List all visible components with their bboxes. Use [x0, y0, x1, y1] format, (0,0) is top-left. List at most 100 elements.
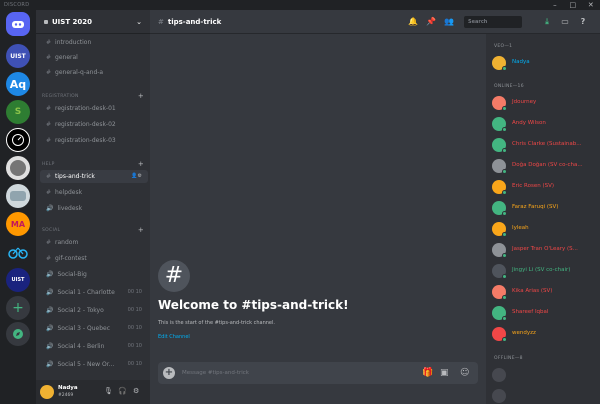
channel-registration-desk-02[interactable]: # registration-desk-02: [40, 118, 148, 131]
channel-random[interactable]: # random: [40, 236, 148, 249]
member-item[interactable]: wendyzz: [492, 325, 596, 343]
voice-channel[interactable]: 🔊 Social-Big: [40, 268, 148, 281]
channel-general[interactable]: # general: [40, 51, 148, 64]
search-input[interactable]: Search: [464, 16, 522, 28]
window-title: DISCORD: [4, 2, 30, 8]
server-ma-icon[interactable]: MA: [6, 212, 30, 236]
member-name: Kika Arias (SV): [512, 288, 553, 294]
category-help[interactable]: HELP +: [42, 160, 146, 168]
server-rail: UIST Aq S MA UIST +: [0, 10, 36, 404]
download-icon[interactable]: ⤓: [542, 17, 552, 27]
member-item[interactable]: Faraz Faruqi (SV): [492, 199, 596, 217]
user-limit: 00 10: [127, 343, 142, 349]
server-bike-icon[interactable]: [6, 240, 30, 264]
channel-registration-desk-01[interactable]: # registration-desk-01: [40, 102, 148, 115]
voice-channel[interactable]: 🔊 Social 5 - New Or... 00 10: [40, 358, 148, 371]
voice-channel[interactable]: 🔊 Social 3 - Quebec 00 10: [40, 322, 148, 335]
member-list-icon[interactable]: 👥: [444, 17, 454, 27]
member-item[interactable]: [492, 366, 596, 384]
home-icon[interactable]: [6, 12, 30, 36]
member-item[interactable]: Eric Rosen (SV): [492, 178, 596, 196]
channel-title: tips-and-trick: [167, 18, 222, 26]
category-label: SOCIAL: [42, 228, 61, 233]
avatar[interactable]: [40, 385, 54, 399]
invite-settings-icon[interactable]: 👤⚙: [131, 170, 142, 183]
add-channel-icon[interactable]: +: [138, 160, 144, 168]
channel-livedesk[interactable]: 🔊 livedesk: [40, 202, 148, 215]
channel-label: Social 2 - Tokyo: [57, 307, 104, 314]
headphones-icon[interactable]: 🎧: [118, 387, 127, 395]
voice-channel[interactable]: 🔊 Social 4 - Berlin 00 10: [40, 340, 148, 353]
microphone-icon[interactable]: 🎙: [104, 387, 113, 395]
category-registration[interactable]: REGISTRATION +: [42, 92, 146, 100]
member-item[interactable]: Doğa Doğan (SV co-cha...: [492, 157, 596, 175]
member-name: Chris Clarke (Sustainab...: [512, 141, 582, 147]
attach-plus-icon[interactable]: +: [163, 367, 175, 379]
server-people-icon[interactable]: [6, 184, 30, 208]
message-input[interactable]: [182, 362, 402, 384]
member-name: Shareef Iqbal: [512, 309, 549, 315]
member-section-label: VEO—1: [494, 44, 513, 49]
maximize-icon[interactable]: □: [566, 0, 580, 10]
member-item[interactable]: Andy Wilson: [492, 115, 596, 133]
discord-app: DISCORD – □ ✕ UIST Aq S MA UIST + UIST 2…: [0, 0, 600, 404]
help-icon[interactable]: ?: [578, 17, 588, 27]
guild-header[interactable]: UIST 2020 ⌄: [36, 10, 150, 34]
gear-icon[interactable]: ⚙: [133, 387, 139, 395]
server-s-icon[interactable]: S: [6, 100, 30, 124]
channel-label: Social-Big: [57, 271, 87, 278]
message-composer: + 🎁 ▣ ☺: [158, 362, 478, 384]
channel-helpdesk[interactable]: # helpdesk: [40, 186, 148, 199]
member-item[interactable]: Kika Arias (SV): [492, 283, 596, 301]
minimize-icon[interactable]: –: [548, 0, 562, 10]
emoji-icon[interactable]: ☺: [460, 367, 469, 379]
server-aq-icon[interactable]: Aq: [6, 72, 30, 96]
category-social[interactable]: SOCIAL +: [42, 226, 146, 234]
guild-name: UIST 2020: [52, 18, 93, 26]
hash-icon: #: [158, 18, 164, 26]
user-limit: 00 10: [127, 361, 142, 367]
channel-header: # tips-and-trick 🔔 📌 👥 Search ⤓ ▭ ?: [150, 10, 600, 34]
channel-introduction[interactable]: # introduction: [40, 36, 148, 49]
member-item[interactable]: Iyleah: [492, 220, 596, 238]
member-item[interactable]: [492, 387, 596, 404]
gift-icon[interactable]: 🎁: [422, 367, 433, 379]
chevron-down-icon: ⌄: [136, 18, 142, 26]
close-icon[interactable]: ✕: [584, 0, 598, 10]
member-item[interactable]: Jdourney: [492, 94, 596, 112]
server-photo-icon[interactable]: [6, 156, 30, 180]
channel-label: livedesk: [57, 205, 83, 212]
member-item[interactable]: Chris Clarke (Sustainab...: [492, 136, 596, 154]
category-label: HELP: [42, 162, 55, 167]
member-section-label: OFFLINE—8: [494, 356, 523, 361]
explore-servers-icon[interactable]: [6, 322, 30, 346]
add-channel-icon[interactable]: +: [138, 92, 144, 100]
channel-label: helpdesk: [55, 189, 83, 196]
welcome-title: Welcome to #tips-and-trick!: [158, 298, 349, 312]
gif-icon[interactable]: ▣: [440, 367, 449, 379]
server-uist-logo-icon[interactable]: UIST: [6, 268, 30, 292]
member-item[interactable]: Jasper Tran O'Leary (S...: [492, 241, 596, 259]
channel-label: gif-contest: [55, 255, 87, 262]
inbox-icon[interactable]: ▭: [560, 17, 570, 27]
chat-main: # tips-and-trick 🔔 📌 👥 Search ⤓ ▭ ? # Wel…: [150, 10, 600, 404]
server-clock-icon[interactable]: [6, 128, 30, 152]
channel-registration-desk-03[interactable]: # registration-desk-03: [40, 134, 148, 147]
member-item[interactable]: Nadya: [492, 54, 596, 72]
channel-general-q-and-a[interactable]: # general-q-and-a: [40, 66, 148, 79]
channel-label: Social 4 - Berlin: [57, 343, 105, 350]
add-server-icon[interactable]: +: [6, 296, 30, 320]
member-item[interactable]: Shareef Iqbal: [492, 304, 596, 322]
member-item[interactable]: Jingyi Li (SV co-chair): [492, 262, 596, 280]
channel-gif-contest[interactable]: # gif-contest: [40, 252, 148, 265]
voice-channel[interactable]: 🔊 Social 1 - Charlotte 00 10: [40, 286, 148, 299]
server-uist-icon[interactable]: UIST: [6, 44, 30, 68]
voice-channel[interactable]: 🔊 Social 2 - Tokyo 00 10: [40, 304, 148, 317]
user-panel: Nadya #2469 🎙 🎧 ⚙: [36, 380, 150, 404]
add-channel-icon[interactable]: +: [138, 226, 144, 234]
notification-bell-icon[interactable]: 🔔: [408, 17, 418, 27]
channel-tips-and-trick[interactable]: # tips-and-trick 👤⚙: [40, 170, 148, 183]
channel-label: registration-desk-01: [55, 105, 116, 112]
edit-channel-link[interactable]: Edit Channel: [158, 334, 190, 340]
pin-icon[interactable]: 📌: [426, 17, 436, 27]
